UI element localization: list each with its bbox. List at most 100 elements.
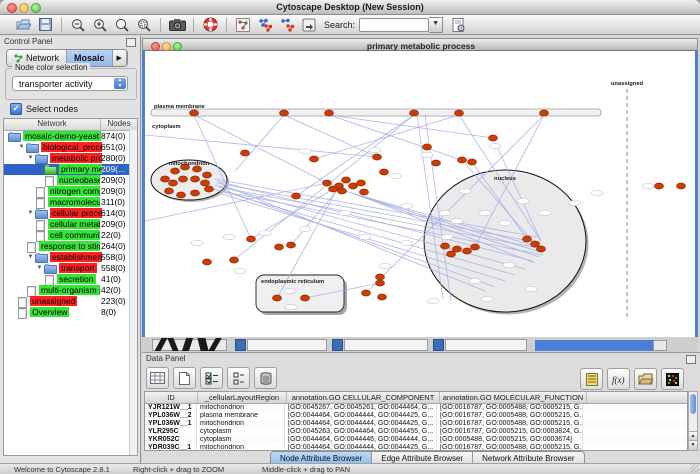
tree-row-mosaic-demo-yeast[interactable]: mosaic-demo-yeast874(0) xyxy=(4,131,137,142)
tree-row-nodes-count: 209(0) xyxy=(101,186,126,197)
col-cellular-component[interactable]: annotation.GO CELLULAR_COMPONENT xyxy=(287,392,440,403)
table-row[interactable]: YPL036W__2plasma membrane[GO:0044464, GO… xyxy=(145,412,687,420)
view-resize-grip[interactable] xyxy=(653,340,667,351)
network-canvas[interactable]: plasma membranecytoplasmmitochondrionnuc… xyxy=(142,51,698,337)
window-resize-grip[interactable] xyxy=(690,464,699,473)
expand-arrow-icon[interactable]: ▼ xyxy=(26,208,35,219)
select-nodes-checkbox[interactable]: ✓ xyxy=(10,103,22,115)
matrix-icon[interactable] xyxy=(661,368,684,390)
help-ring-icon[interactable] xyxy=(201,16,219,34)
tree-row-cellular-process[interactable]: ▼cellular process614(0) xyxy=(4,208,137,219)
tree-row-biological-process[interactable]: ▼biological_process651(0) xyxy=(4,142,137,153)
zoom-fit-icon[interactable] xyxy=(113,16,131,34)
tree-scrollbar[interactable] xyxy=(129,130,137,455)
tree-row-secretion[interactable]: secretion41(0) xyxy=(4,274,137,285)
tree-row-label: metabolic process xyxy=(50,153,102,163)
graph-node xyxy=(247,236,256,242)
graph-node xyxy=(191,176,200,182)
table-cell: [GO:0005488, GO:0005215, GO:0003674] xyxy=(437,436,583,444)
tree-row-macromolecule[interactable]: macromolecule311(0) xyxy=(4,197,137,208)
network-overlay2-icon[interactable] xyxy=(278,16,296,34)
occluded-window-thumb[interactable] xyxy=(445,339,527,351)
graph-node xyxy=(362,290,371,296)
unselect-attributes-icon[interactable] xyxy=(227,367,250,389)
new-attribute-icon[interactable] xyxy=(173,367,196,389)
tree-col-network[interactable]: Network xyxy=(4,119,101,130)
graph-node xyxy=(423,144,432,150)
tree-row-transport[interactable]: ▼transport558(0) xyxy=(4,263,137,274)
search-config-icon[interactable] xyxy=(449,16,467,34)
occluded-view-icon[interactable] xyxy=(235,339,246,351)
network-overlay-icon[interactable] xyxy=(256,16,274,34)
select-attributes-icon[interactable] xyxy=(200,367,223,389)
search-dropdown-icon[interactable]: ▼ xyxy=(429,17,443,33)
expand-arrow-icon[interactable]: ▼ xyxy=(26,252,35,263)
network-grid-icon[interactable] xyxy=(234,16,252,34)
occluded-view-icon[interactable] xyxy=(332,339,343,351)
function-builder-icon[interactable]: f(x) xyxy=(607,368,630,390)
expand-arrow-icon[interactable]: ▼ xyxy=(17,142,26,153)
graph-node xyxy=(310,156,319,162)
col-molecular-function[interactable]: annotation.GO MOLECULAR_FUNCTION xyxy=(440,392,587,403)
tree-row-primary-metabo[interactable]: ▼primary metabo209(... xyxy=(4,164,137,175)
graph-node xyxy=(537,246,546,252)
table-row[interactable]: YKR052Ccytoplasm[GO:0044464, GO:0044446,… xyxy=(145,436,687,444)
table-row[interactable]: YLR295Ccytoplasm[GO:0045263, GO:0044464,… xyxy=(145,428,687,436)
graph-node xyxy=(241,150,250,156)
tree-row-multi-organism-pro[interactable]: multi-organism pro42(0) xyxy=(4,285,137,296)
tree-row-cellular-metabo[interactable]: cellular metabo209(0) xyxy=(4,219,137,230)
table-cell: YJR121W__1 xyxy=(145,404,197,412)
tree-row-unassigned[interactable]: unassigned223(0) xyxy=(4,296,137,307)
zoom-selected-icon[interactable] xyxy=(135,16,153,34)
occluded-view-icon[interactable] xyxy=(433,339,444,351)
graph-node xyxy=(230,257,239,263)
zoom-in-icon[interactable] xyxy=(91,16,109,34)
expand-arrow-icon[interactable]: ▼ xyxy=(35,263,44,274)
node-label xyxy=(223,234,235,239)
table-row[interactable]: YJR121W__1mitochondrion[GO:0045267, GO:0… xyxy=(145,404,687,412)
status-pan-hint: Middle-click + drag to PAN xyxy=(262,465,350,474)
import-attributes-icon[interactable] xyxy=(634,368,657,390)
expand-arrow-icon[interactable]: ▼ xyxy=(26,153,35,164)
tree-row-response-to-stimul[interactable]: response to stimul264(0) xyxy=(4,241,137,252)
snapshot-icon[interactable] xyxy=(168,16,186,34)
table-row[interactable]: YPL036W__1mitochondrion[GO:0044464, GO:0… xyxy=(145,420,687,428)
tree-col-nodes[interactable]: Nodes xyxy=(101,119,137,130)
occluded-window-thumb[interactable] xyxy=(344,339,428,351)
node-label xyxy=(359,234,371,239)
occluded-window-thumb[interactable] xyxy=(247,339,327,351)
col-region[interactable]: _cellularLayoutRegion xyxy=(198,392,287,403)
network-file-icon xyxy=(18,308,27,319)
col-id[interactable]: ID xyxy=(145,392,198,403)
tree-row-overview[interactable]: Overview8(0) xyxy=(4,307,137,318)
attribute-list-icon[interactable] xyxy=(580,368,603,390)
zoom-out-icon[interactable] xyxy=(69,16,87,34)
table-scrollbar-thumb[interactable] xyxy=(690,394,696,414)
tree-row-cell-communicat[interactable]: cell communicat22(0) xyxy=(4,230,137,241)
tree-row-nucleobase-[interactable]: nucleobase-209(0) xyxy=(4,175,137,186)
edge xyxy=(329,115,462,160)
tree-row-metabolic-process[interactable]: ▼metabolic process280(0) xyxy=(4,153,137,164)
tree-row-establishment-of-lo[interactable]: ▼establishment of lo558(0) xyxy=(4,252,137,263)
open-icon[interactable] xyxy=(14,16,32,34)
graph-node xyxy=(540,110,549,116)
float-data-panel-icon[interactable] xyxy=(686,355,696,364)
delete-attribute-icon[interactable] xyxy=(254,367,277,389)
save-icon[interactable] xyxy=(36,16,54,34)
scroll-down-icon[interactable]: ▼ xyxy=(689,440,697,450)
tab-overflow-icon[interactable]: ▶ xyxy=(113,50,127,66)
table-row[interactable]: YDR039C__1mitochondrion[GO:0044464, GO:0… xyxy=(145,444,687,451)
float-panel-icon[interactable] xyxy=(126,38,136,47)
search-input[interactable] xyxy=(359,18,429,32)
table-scrollbar[interactable]: ▲ ▼ xyxy=(688,391,698,451)
table-mode-icon[interactable] xyxy=(146,367,169,389)
graph-node xyxy=(357,180,366,186)
node-color-select[interactable]: transporter activity ▲▼ xyxy=(12,76,128,91)
graph-node xyxy=(292,193,301,199)
network-view-titlebar[interactable]: primary metabolic process xyxy=(142,38,698,51)
tree-row-label: cell communicat xyxy=(48,230,100,240)
expand-arrow-icon[interactable]: ▼ xyxy=(35,164,44,175)
tree-row-nitrogen-compo[interactable]: nitrogen compo209(0) xyxy=(4,186,137,197)
network-graph[interactable]: plasma membranecytoplasmmitochondrionnuc… xyxy=(145,51,695,337)
annotation-icon[interactable] xyxy=(300,16,318,34)
